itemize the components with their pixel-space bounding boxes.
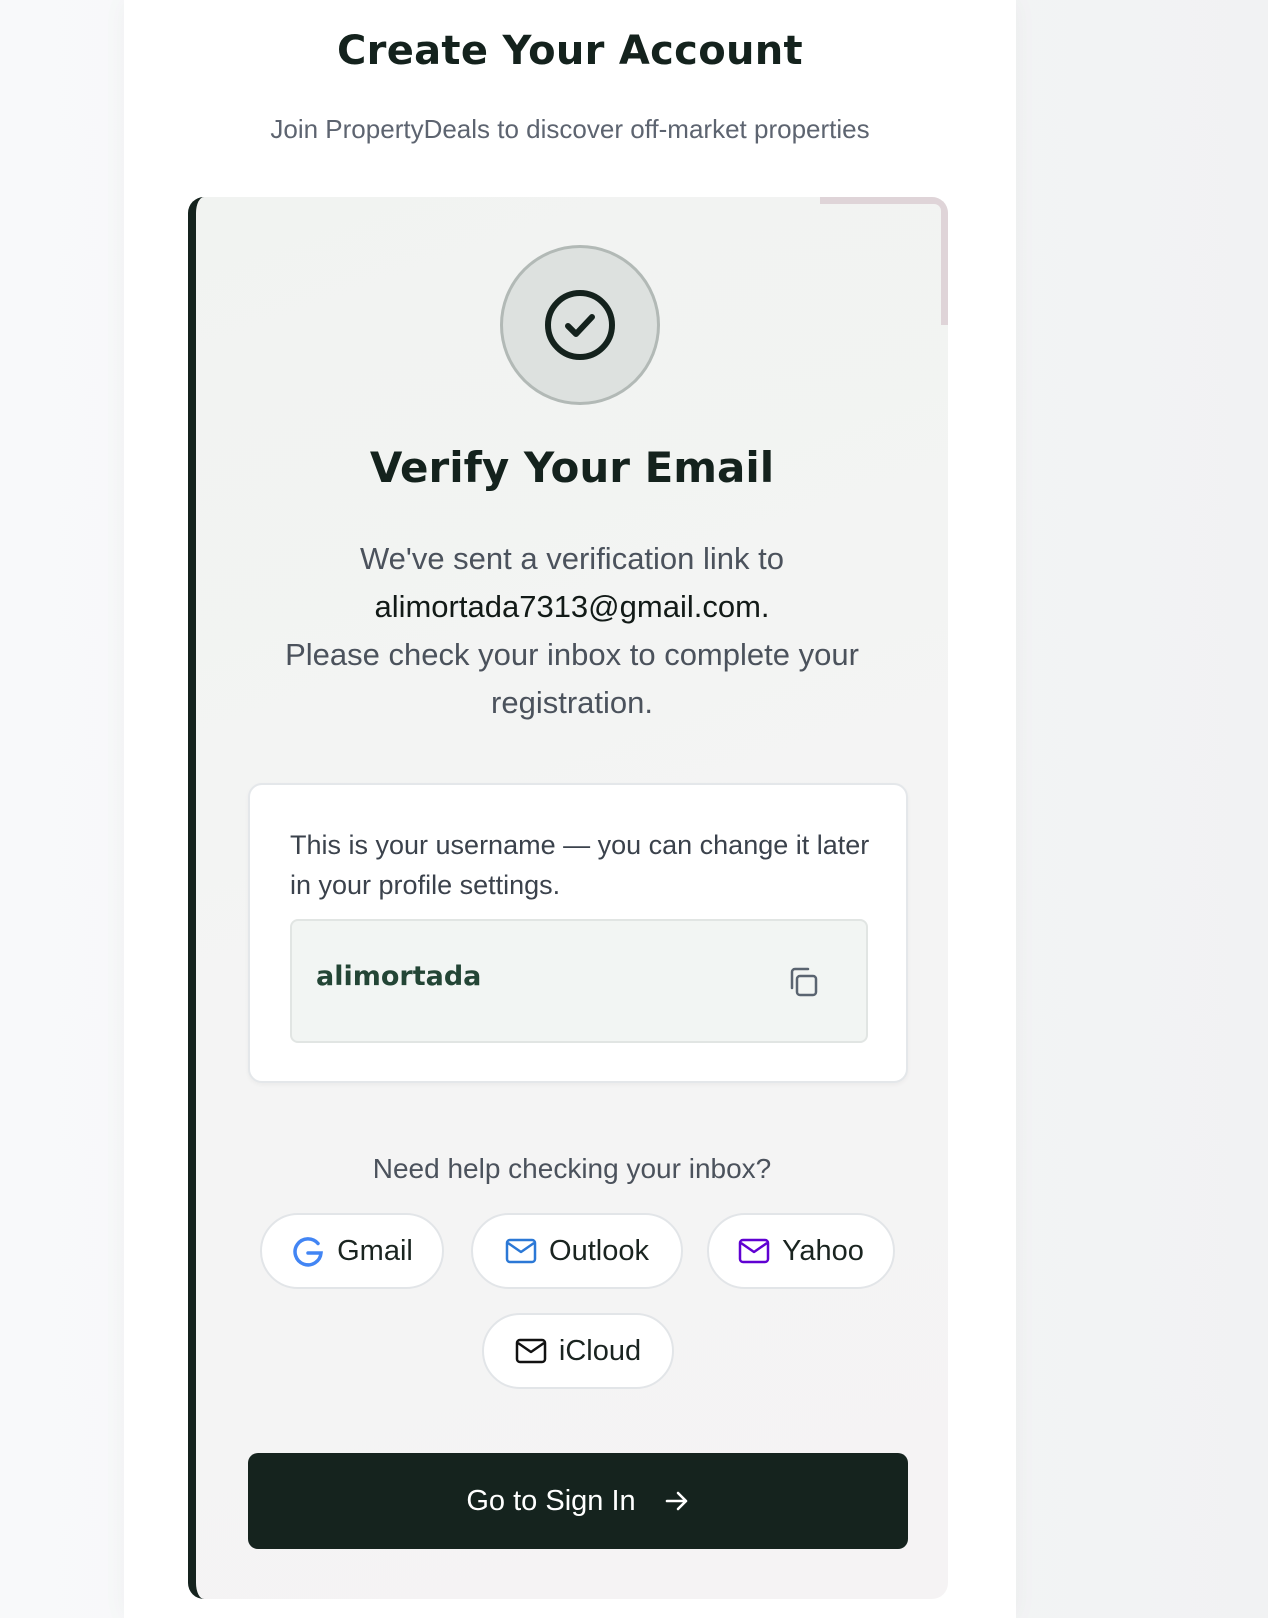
signup-panel: Create Your Account Join PropertyDeals t… [124, 0, 1016, 1618]
username-value: alimortada [316, 961, 482, 992]
yahoo-button[interactable]: Yahoo [707, 1213, 895, 1289]
username-note: This is your username — you can change i… [290, 830, 870, 900]
mail-icon [738, 1238, 770, 1264]
inbox-help-text: Need help checking your inbox? [372, 1153, 772, 1184]
page-subtitle: Join PropertyDeals to discover off-marke… [270, 114, 870, 144]
verify-message-line1: We've sent a verification link to [359, 541, 785, 576]
outlook-button[interactable]: Outlook [471, 1213, 683, 1289]
verify-message: We've sent a verification link to alimor… [256, 535, 888, 727]
icloud-label: iCloud [558, 1334, 642, 1367]
card-corner-accent [820, 197, 948, 325]
check-circle-icon [545, 290, 615, 360]
gmail-button[interactable]: Gmail [260, 1213, 444, 1289]
mail-icon [515, 1338, 547, 1364]
gmail-label: Gmail [337, 1234, 413, 1267]
google-g-icon [293, 1237, 324, 1267]
success-badge [500, 245, 660, 405]
copy-icon [790, 967, 818, 997]
username-box: This is your username — you can change i… [248, 783, 908, 1083]
copy-username-button[interactable] [784, 963, 822, 1001]
go-to-sign-in-button[interactable]: Go to Sign In [248, 1453, 908, 1549]
sign-in-label: Go to Sign In [466, 1484, 636, 1517]
verify-message-line2: Please check your inbox to complete your… [285, 637, 859, 720]
yahoo-label: Yahoo [782, 1234, 864, 1267]
mail-icon [505, 1238, 537, 1264]
icloud-button[interactable]: iCloud [482, 1313, 674, 1389]
arrow-right-icon [665, 1491, 687, 1511]
verify-email-card: Verify Your Email We've sent a verificat… [188, 197, 948, 1599]
verify-email-address: alimortada7313@gmail.com. [374, 589, 770, 624]
username-field: alimortada [290, 919, 868, 1043]
outlook-label: Outlook [549, 1234, 649, 1267]
page-title: Create Your Account [337, 28, 803, 74]
verify-title: Verify Your Email [369, 443, 775, 492]
